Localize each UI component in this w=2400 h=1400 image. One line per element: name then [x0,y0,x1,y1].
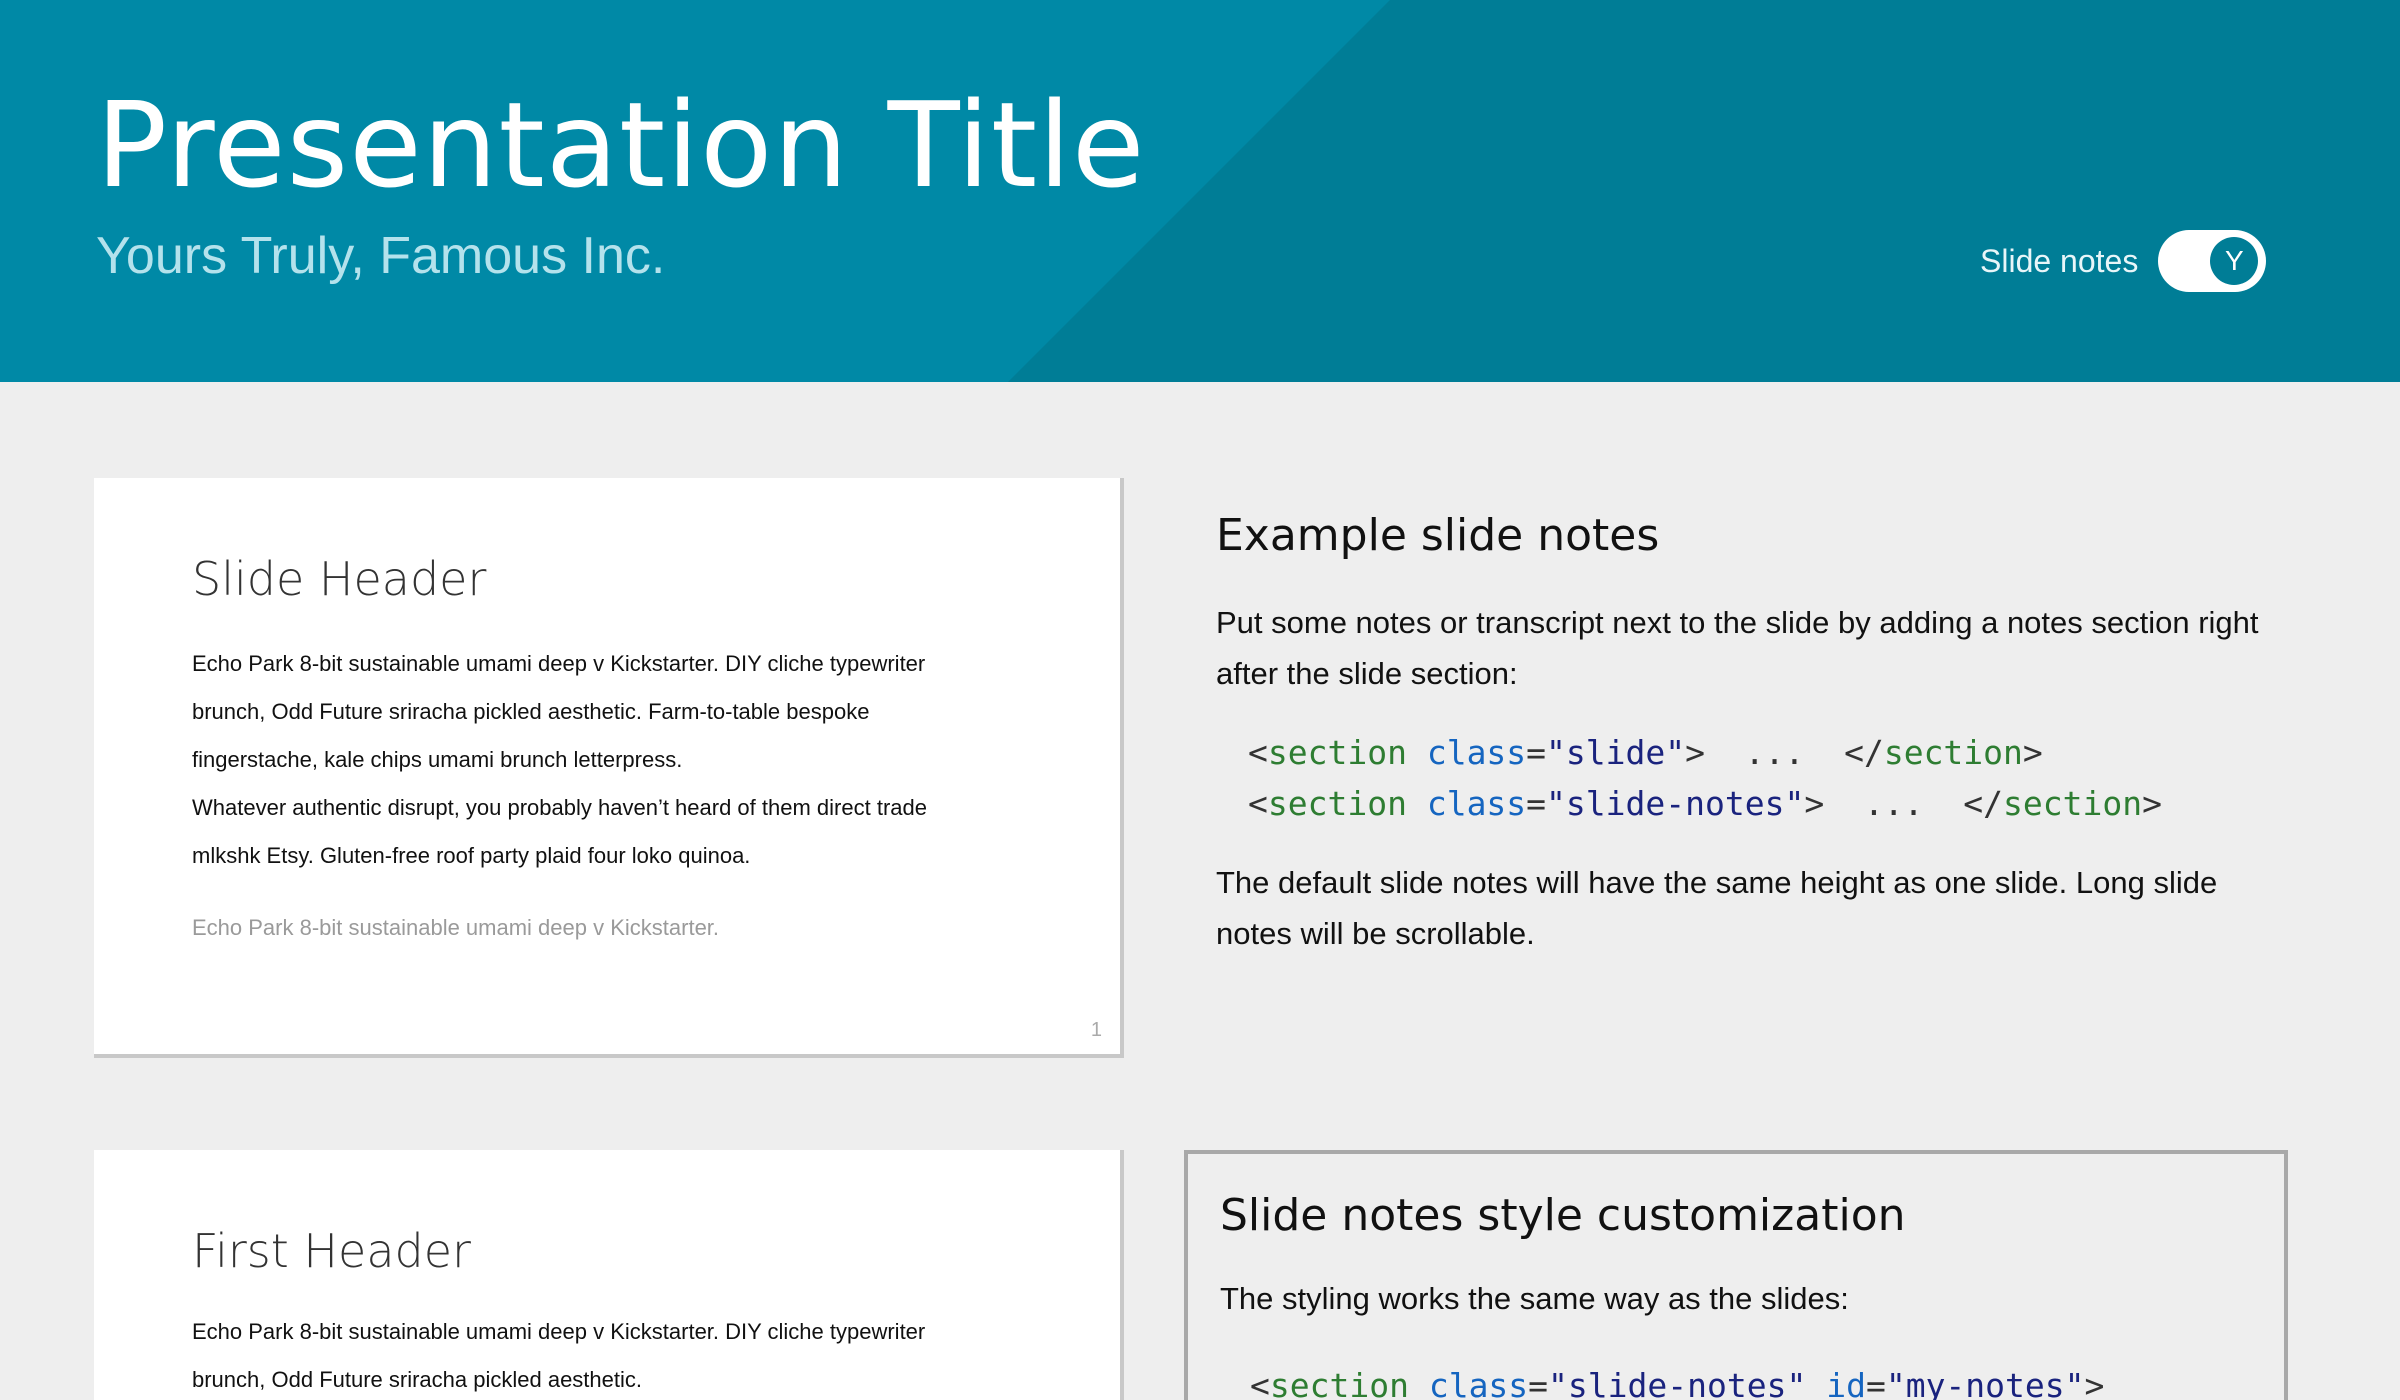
notes-heading: Slide notes style customization [1220,1190,1906,1241]
toggle-knob[interactable]: Y [2210,237,2259,285]
code-line: <section class="slide-notes"> ... </sect… [1248,784,2162,823]
slide-paragraph: Echo Park 8-bit sustainable umami deep v… [192,651,926,772]
presentation-title: Presentation Title [96,76,1146,214]
notes-outro: The default slide notes will have the sa… [1216,865,2218,951]
slide-paragraph: Echo Park 8-bit sustainable umami deep v… [192,1319,926,1392]
code-line: <section class="slide-notes" id="my-note… [1250,1366,2105,1400]
slide-number: 1 [1090,1019,1102,1041]
slide-header: Slide Header [192,552,487,606]
code-block: <section class="slide"> ... </section> <s… [1248,727,2296,829]
slide-notes-toggle-group: Slide notes Y [1980,230,2267,292]
slide-1: Slide Header Echo Park 8-bit sustainable… [94,478,1124,1058]
presentation-header: Presentation Title Yours Truly, Famous I… [0,0,2400,382]
slide-muted-paragraph: Echo Park 8-bit sustainable umami deep v… [192,915,720,940]
slide-notes-toggle[interactable]: Y [2158,230,2267,292]
notes-heading: Example slide notes [1216,510,1660,561]
slide-header: First Header [192,1224,471,1278]
presentation-subtitle: Yours Truly, Famous Inc. [96,227,666,285]
slide-notes-2: Slide notes style customization The styl… [1184,1150,2288,1400]
slide-paragraph: Whatever authentic disrupt, you probably… [192,795,927,868]
slide-notes-toggle-label: Slide notes [1980,242,2139,279]
slide-notes-1: Example slide notes Put some notes or tr… [1216,510,2296,959]
code-block: <section class="slide-notes" id="my-note… [1250,1360,2252,1400]
notes-intro: The styling works the same way as the sl… [1220,1281,1849,1316]
code-line: <section class="slide"> ... </section> [1248,733,2043,772]
slide-2: First Header Echo Park 8-bit sustainable… [94,1150,1124,1400]
notes-intro: Put some notes or transcript next to the… [1216,605,2259,691]
